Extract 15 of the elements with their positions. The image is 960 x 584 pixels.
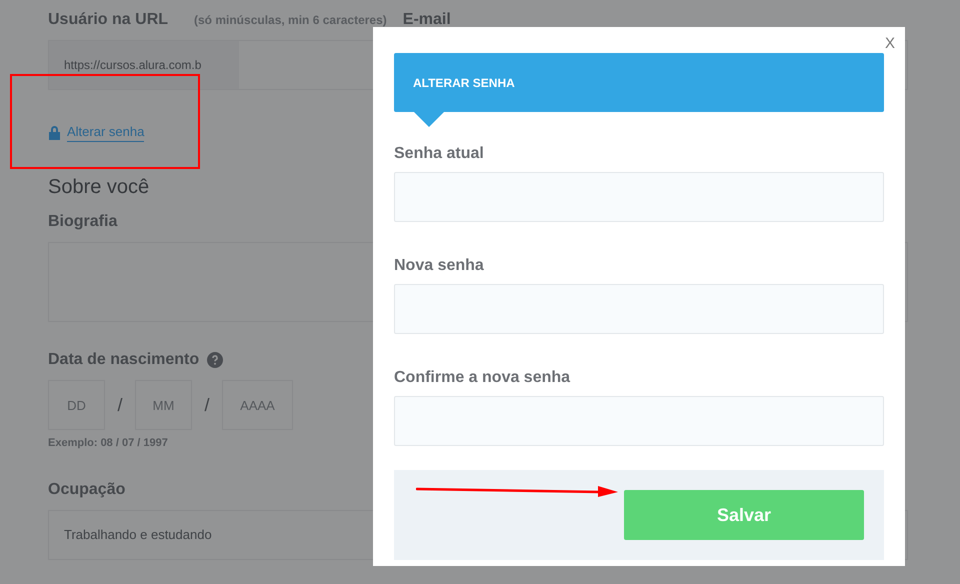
date-separator: /: [116, 394, 124, 416]
field-label: Nova senha: [394, 256, 485, 276]
field-label: Biografia: [48, 212, 118, 232]
date-separator: /: [203, 394, 210, 416]
field-label: Senha atual: [394, 144, 485, 164]
section-heading: Sobre você: [48, 175, 150, 198]
field-hint: (só minúsculas, min 6 caracteres): [194, 12, 387, 29]
field-label: E-mail: [402, 10, 451, 30]
field-label: Data de nascimento: [48, 350, 200, 370]
modal-title: ALTERAR SENHA: [413, 74, 515, 92]
field-label: Ocupação: [48, 480, 126, 500]
field-label: Usuário na URL: [48, 10, 168, 30]
url-prefix: https://cursos.alura.com.b: [64, 57, 202, 74]
field-label: Confirme a nova senha: [394, 368, 572, 388]
date-example: Exemplo: 08 / 07 / 1997: [48, 436, 168, 451]
